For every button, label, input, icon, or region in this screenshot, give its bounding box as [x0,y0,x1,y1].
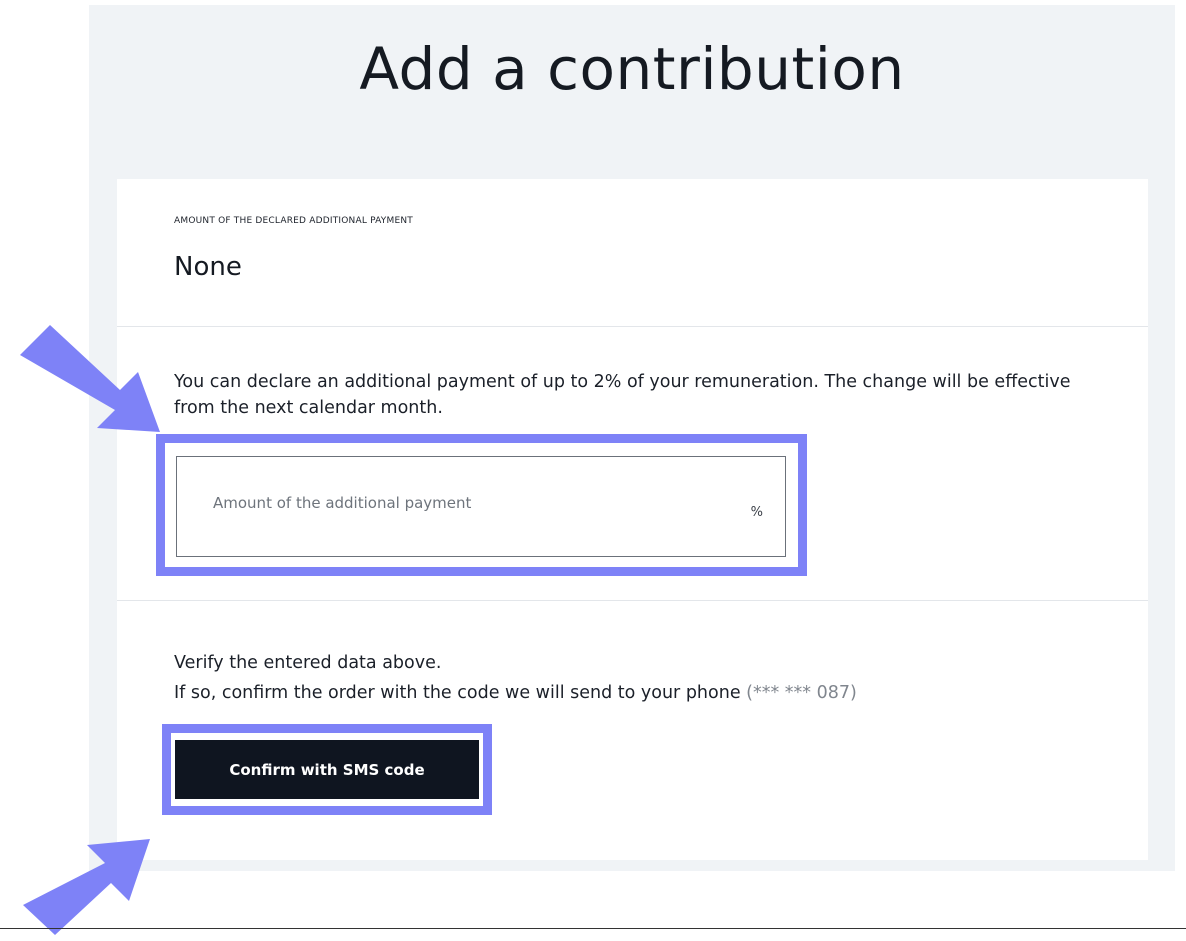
declared-amount-value: None [174,252,242,282]
bottom-divider-line [0,928,1186,929]
verify-instructions: Verify the entered data above. If so, co… [174,648,857,708]
section-divider [117,326,1148,327]
percent-suffix: % [750,505,763,520]
verify-line-2-text: If so, confirm the order with the code w… [174,683,741,703]
page-title: Add a contribution [359,35,905,103]
verify-line-2: If so, confirm the order with the code w… [174,678,857,708]
screenshot-stage: Add a contribution AMOUNT OF THE DECLARE… [0,0,1186,941]
additional-payment-field[interactable]: % [176,456,786,557]
info-text: You can declare an additional payment of… [174,372,1071,418]
masked-phone-number: (*** *** 087) [746,683,857,703]
arrow-icon [20,325,160,432]
confirm-sms-code-button[interactable]: Confirm with SMS code [175,740,479,799]
declared-amount-caption: AMOUNT OF THE DECLARED ADDITIONAL PAYMEN… [174,216,413,226]
verify-line-1: Verify the entered data above. [174,653,442,673]
arrow-icon [23,839,150,935]
section-divider [117,600,1148,601]
additional-payment-input[interactable] [211,493,715,513]
